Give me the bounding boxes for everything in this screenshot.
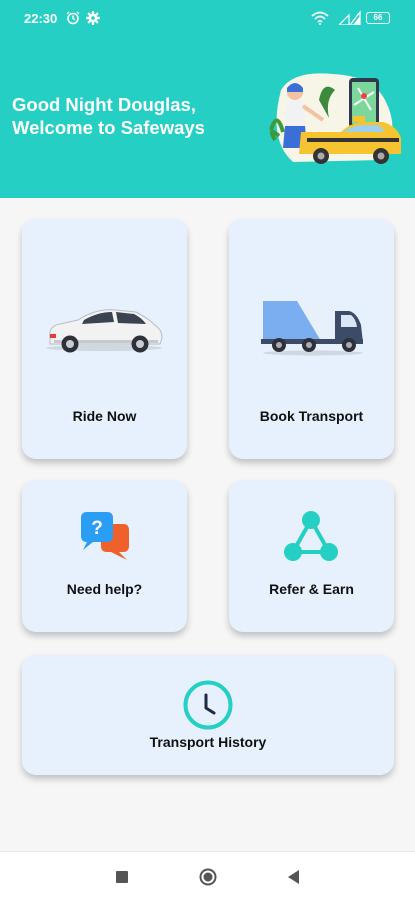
back-triangle-icon[interactable] [286, 869, 300, 885]
wifi-icon [311, 11, 329, 25]
greeting-line-1: Good Night Douglas, [12, 94, 196, 115]
need-help-label: Need help? [66, 581, 143, 597]
greeting: Good Night Douglas, Welcome to Safeways [12, 93, 252, 139]
transport-history-label: Transport History [149, 734, 267, 750]
header: 22:30 66 Good Night Douglas, Welcome to … [0, 0, 415, 198]
battery-icon: 66 [366, 12, 390, 24]
need-help-card[interactable]: ? Need help? [22, 480, 187, 632]
signal-icon [339, 10, 361, 25]
refer-earn-label: Refer & Earn [269, 581, 354, 597]
system-nav-bar [0, 851, 415, 901]
clock-icon [183, 680, 233, 730]
gear-icon [86, 11, 100, 25]
help-chat-icon: ? [81, 512, 129, 560]
greeting-line-2: Welcome to Safeways [12, 117, 205, 138]
ride-now-label: Ride Now [72, 408, 137, 424]
refer-earn-card[interactable]: Refer & Earn [229, 480, 394, 632]
svg-text:?: ? [91, 518, 103, 539]
share-network-icon [284, 511, 338, 561]
truck-icon [261, 301, 363, 356]
status-time: 22:30 [24, 11, 58, 26]
book-transport-card[interactable]: Book Transport [229, 219, 394, 459]
home-circle-icon[interactable] [199, 868, 217, 886]
alarm-icon [66, 11, 80, 25]
car-icon [46, 309, 163, 353]
status-bar: 22:30 66 [0, 0, 415, 36]
taxi-illustration [269, 73, 401, 164]
recents-square-icon[interactable] [116, 871, 128, 883]
ride-now-card[interactable]: Ride Now [22, 219, 187, 459]
book-transport-label: Book Transport [259, 408, 364, 424]
transport-history-card[interactable]: Transport History [22, 655, 394, 775]
